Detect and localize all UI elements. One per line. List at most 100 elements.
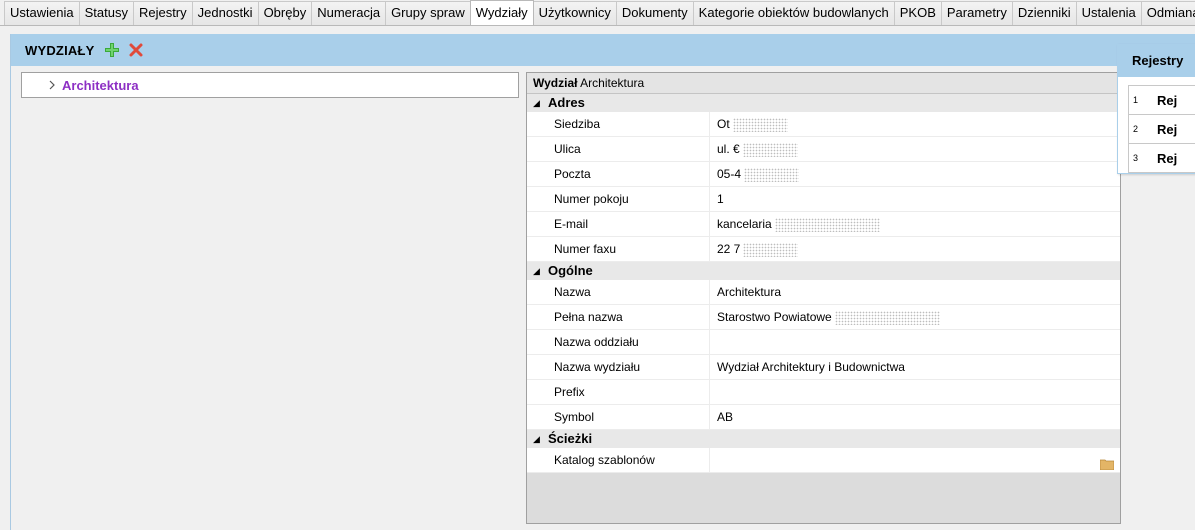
property-value[interactable]: ul. € bbox=[710, 137, 1120, 161]
property-value-text: kancelaria bbox=[717, 217, 772, 231]
redacted-mask bbox=[742, 142, 798, 157]
redacted-mask bbox=[834, 310, 940, 325]
tab-grupy-spraw[interactable]: Grupy spraw bbox=[385, 1, 471, 25]
wydzialy-panel: WYDZIAŁY Architektura Wydział Architektu… bbox=[10, 34, 1195, 530]
tab-kategorie-obiektów-budowlanych[interactable]: Kategorie obiektów budowlanych bbox=[692, 1, 895, 25]
tab-numeracja[interactable]: Numeracja bbox=[311, 1, 387, 25]
property-row[interactable]: E-mail kancelaria bbox=[527, 212, 1120, 237]
property-row[interactable]: Pełna nazwa Starostwo Powiatowe bbox=[527, 305, 1120, 330]
panel-header: WYDZIAŁY bbox=[11, 34, 1195, 66]
property-value[interactable]: Wydział Architektury i Budownictwa bbox=[710, 355, 1120, 379]
property-row[interactable]: Numer faxu 22 7 bbox=[527, 237, 1120, 262]
property-value-text: ul. € bbox=[717, 142, 740, 156]
tab-rejestry[interactable]: Rejestry bbox=[132, 1, 193, 25]
property-value[interactable]: Architektura bbox=[710, 280, 1120, 304]
rejestry-item-number: 1 bbox=[1133, 95, 1139, 105]
rejestry-item[interactable]: 2 Rej bbox=[1128, 114, 1195, 144]
rejestry-item-number: 3 bbox=[1133, 153, 1139, 163]
tab-parametry[interactable]: Parametry bbox=[940, 1, 1013, 25]
tab-jednostki[interactable]: Jednostki bbox=[191, 1, 259, 25]
property-row[interactable]: Prefix bbox=[527, 380, 1120, 405]
category-label: Adres bbox=[548, 95, 585, 110]
category-label: Ogólne bbox=[548, 263, 593, 278]
property-name: Nazwa oddziału bbox=[527, 330, 710, 354]
property-row[interactable]: Numer pokoju 1 bbox=[527, 187, 1120, 212]
property-value-text: Starostwo Powiatowe bbox=[717, 310, 832, 324]
property-value[interactable]: AB bbox=[710, 405, 1120, 429]
property-name: E-mail bbox=[527, 212, 710, 236]
category-1[interactable]: ◢ Ogólne bbox=[527, 262, 1120, 280]
property-value-text: Ot bbox=[717, 117, 730, 131]
property-name: Nazwa wydziału bbox=[527, 355, 710, 379]
property-grid-body: ◢ Adres Siedziba Ot Ulica ul. € Poczta 05-4 Nume… bbox=[527, 94, 1120, 473]
tree-item-architektura[interactable]: Architektura bbox=[62, 78, 139, 93]
property-value[interactable]: 05-4 bbox=[710, 162, 1120, 186]
tab-dokumenty[interactable]: Dokumenty bbox=[615, 1, 694, 25]
property-value-text: 05-4 bbox=[717, 167, 742, 181]
tab-pkob[interactable]: PKOB bbox=[893, 1, 942, 25]
tab-użytkownicy[interactable]: Użytkownicy bbox=[532, 1, 617, 25]
property-grid-header: Wydział Architektura bbox=[527, 73, 1120, 94]
property-value-text: Architektura bbox=[717, 285, 782, 299]
property-value[interactable] bbox=[710, 448, 1120, 472]
property-row[interactable]: Nazwa Architektura bbox=[527, 280, 1120, 305]
property-value[interactable] bbox=[710, 380, 1120, 404]
property-row[interactable]: Nazwa oddziału bbox=[527, 330, 1120, 355]
plus-icon[interactable] bbox=[104, 42, 120, 58]
rejestry-title: Rejestry bbox=[1118, 45, 1195, 77]
property-name: Katalog szablonów bbox=[527, 448, 710, 472]
redacted-mask bbox=[774, 217, 880, 232]
redacted-mask bbox=[732, 117, 788, 132]
property-row[interactable]: Symbol AB bbox=[527, 405, 1120, 430]
property-name: Numer pokoju bbox=[527, 187, 710, 211]
tab-odmiana[interactable]: Odmiana bbox=[1140, 1, 1195, 25]
property-value[interactable] bbox=[710, 330, 1120, 354]
property-name: Siedziba bbox=[527, 112, 710, 136]
rejestry-panel: Rejestry 1 Rej 2 Rej 3 Rej bbox=[1117, 44, 1195, 174]
rejestry-item[interactable]: 3 Rej bbox=[1128, 143, 1195, 173]
property-row[interactable]: Ulica ul. € bbox=[527, 137, 1120, 162]
rejestry-item-number: 2 bbox=[1133, 124, 1139, 134]
collapse-arrow-icon[interactable]: ◢ bbox=[533, 430, 540, 448]
property-name: Prefix bbox=[527, 380, 710, 404]
property-row[interactable]: Poczta 05-4 bbox=[527, 162, 1120, 187]
folder-icon[interactable] bbox=[1099, 454, 1115, 471]
property-value[interactable]: kancelaria bbox=[710, 212, 1120, 236]
redacted-mask bbox=[743, 242, 799, 257]
property-name: Pełna nazwa bbox=[527, 305, 710, 329]
rejestry-item-label: Rej bbox=[1157, 92, 1178, 108]
category-2[interactable]: ◢ Ścieżki bbox=[527, 430, 1120, 448]
property-value-text: AB bbox=[717, 410, 734, 424]
category-0[interactable]: ◢ Adres bbox=[527, 94, 1120, 112]
property-value[interactable]: Starostwo Powiatowe bbox=[710, 305, 1120, 329]
property-value-text: Wydział Architektury i Budownictwa bbox=[717, 360, 905, 374]
chevron-right-icon[interactable] bbox=[46, 79, 58, 91]
tab-dzienniki[interactable]: Dzienniki bbox=[1011, 1, 1077, 25]
x-icon[interactable] bbox=[128, 42, 144, 58]
rejestry-item[interactable]: 1 Rej bbox=[1128, 85, 1195, 115]
property-name: Poczta bbox=[527, 162, 710, 186]
property-value[interactable]: Ot bbox=[710, 112, 1120, 136]
tab-obręby[interactable]: Obręby bbox=[257, 1, 313, 25]
collapse-arrow-icon[interactable]: ◢ bbox=[533, 262, 540, 280]
property-row[interactable]: Katalog szablonów bbox=[527, 448, 1120, 473]
property-grid-header-label: Wydział bbox=[533, 76, 578, 90]
property-row[interactable]: Siedziba Ot bbox=[527, 112, 1120, 137]
property-row[interactable]: Nazwa wydziału Wydział Architektury i Bud… bbox=[527, 355, 1120, 380]
department-tree: Architektura bbox=[21, 72, 519, 98]
collapse-arrow-icon[interactable]: ◢ bbox=[533, 94, 540, 112]
tab-ustawienia[interactable]: Ustawienia bbox=[4, 1, 80, 25]
rejestry-item-label: Rej bbox=[1157, 121, 1178, 137]
property-grid: Wydział Architektura ◢ Adres Siedziba Ot Uli… bbox=[526, 72, 1121, 524]
tab-wydziały[interactable]: Wydziały bbox=[469, 0, 534, 25]
property-name: Numer faxu bbox=[527, 237, 710, 261]
tab-statusy[interactable]: Statusy bbox=[78, 1, 134, 25]
property-grid-header-value: Architektura bbox=[580, 76, 645, 90]
redacted-mask bbox=[744, 167, 800, 182]
tab-ustalenia[interactable]: Ustalenia bbox=[1075, 1, 1142, 25]
property-value[interactable]: 1 bbox=[710, 187, 1120, 211]
rejestry-item-label: Rej bbox=[1157, 150, 1178, 166]
settings-tab-bar: Ustawienia Statusy Rejestry Jednostki Obręby… bbox=[0, 0, 1195, 26]
property-value[interactable]: 22 7 bbox=[710, 237, 1120, 261]
property-name: Ulica bbox=[527, 137, 710, 161]
